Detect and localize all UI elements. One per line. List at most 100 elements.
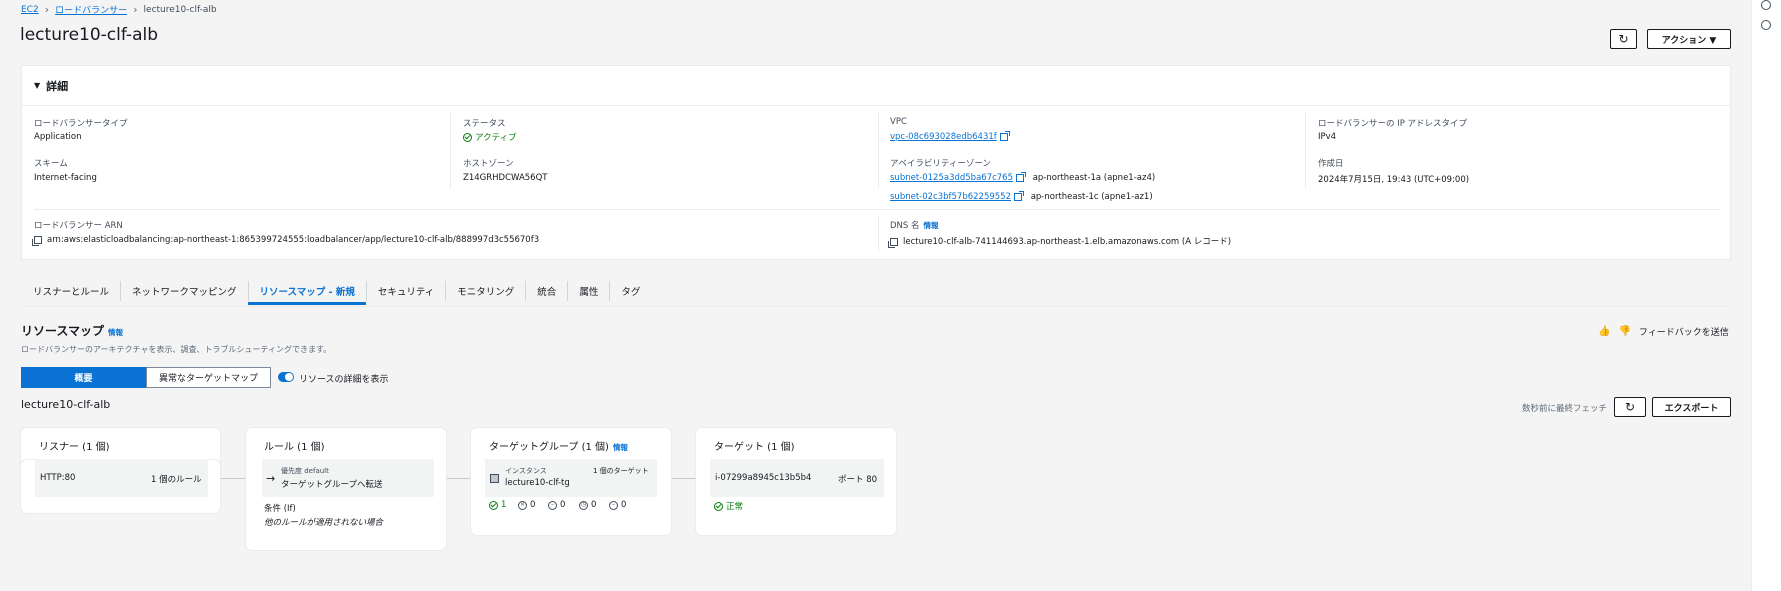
target-port: ポート 80 xyxy=(838,475,878,485)
healthy-count: 1 xyxy=(489,500,506,510)
x-circle-icon: × xyxy=(518,500,527,510)
ip-type-value: IPv4 xyxy=(1318,132,1337,142)
breadcrumb: EC2 › ロードバランサー › lecture10-clf-alb xyxy=(21,3,217,16)
unhealthy-count: × 0 xyxy=(518,500,535,510)
status-badge: アクティブ xyxy=(463,131,517,143)
vpc-label: VPC xyxy=(890,117,907,127)
dns-label: DNS 名 xyxy=(890,221,920,231)
arn-value: arn:aws:elasticloadbalancing:ap-northeas… xyxy=(47,235,540,245)
settings-panel-icon[interactable] xyxy=(1761,20,1771,30)
breadcrumb-current: lecture10-clf-alb xyxy=(143,4,217,15)
unused-count: –0 xyxy=(548,500,565,510)
tab-network-mapping[interactable]: ネットワークマッピング xyxy=(120,277,248,305)
target-group-title-row: ターゲットグループ (1 個) 情報 xyxy=(489,438,628,453)
subnet-link[interactable]: subnet-02c3bf57b62259552 xyxy=(890,192,1011,202)
details-heading: 詳細 xyxy=(46,79,69,93)
rule-action: ターゲットグループへ転送 xyxy=(281,480,383,490)
vpc-link[interactable]: vpc-08c693028edb6431f xyxy=(890,132,997,142)
target-group-type: インスタンス xyxy=(505,467,547,475)
view-segmented-control: 概要 異常なターゲットマップ xyxy=(21,367,271,388)
type-value: Application xyxy=(34,132,82,142)
zone-label: ホストゾーン xyxy=(463,159,514,169)
listener-rules: 1 個のルール xyxy=(151,475,202,485)
unhealthy-count-value: 0 xyxy=(530,500,536,510)
rule-condition-value: 他のルールが適用されない場合 xyxy=(264,518,384,528)
az-row: subnet-02c3bf57b62259552 ap-northeast-1c… xyxy=(890,190,1153,202)
healthy-count-value: 1 xyxy=(501,500,507,510)
arn-row: arn:aws:elasticloadbalancing:ap-northeas… xyxy=(32,235,540,246)
lb-name: lecture10-clf-alb xyxy=(21,398,111,411)
az-zone: ap-northeast-1c (apne1-az1) xyxy=(1030,192,1153,202)
segment-unhealthy-targets[interactable]: 異常なターゲットマップ xyxy=(146,367,271,388)
tab-resource-map[interactable]: リソースマップ - 新規 xyxy=(247,277,366,305)
copy-icon[interactable] xyxy=(888,237,898,248)
tab-monitoring[interactable]: モニタリング xyxy=(445,277,525,305)
chevron-right-icon: › xyxy=(133,3,138,16)
tab-attributes[interactable]: 属性 xyxy=(567,277,609,305)
export-button[interactable]: エクスポート xyxy=(1652,397,1731,417)
status-value: アクティブ xyxy=(475,133,517,143)
divider xyxy=(878,113,879,188)
listener-title: リスナー (1 個) xyxy=(39,442,110,453)
listener-protocol: HTTP:80 xyxy=(40,473,76,483)
zone-value: Z14GRHDCWA56QT xyxy=(463,173,548,183)
tab-listeners[interactable]: リスナーとルール xyxy=(21,277,120,305)
toggle-label: リソースの詳細を表示 xyxy=(299,375,389,385)
actions-button[interactable]: アクション ▼ xyxy=(1647,29,1731,49)
map-refresh-button[interactable]: ↻ xyxy=(1614,397,1646,417)
minus-circle-icon: – xyxy=(548,500,557,510)
tab-bar: リスナーとルール ネットワークマッピング リソースマップ - 新規 セキュリティ… xyxy=(21,277,1731,307)
refresh-button[interactable]: ↻ xyxy=(1610,29,1637,49)
ip-type-label: ロードバランサーの IP アドレスタイプ xyxy=(1318,119,1468,129)
thumbs-up-icon[interactable]: 👍 xyxy=(1598,326,1610,337)
pending-count-value: 0 xyxy=(591,500,597,510)
thumbs-down-icon[interactable]: 👎 xyxy=(1618,326,1630,337)
arrow-right-icon: → xyxy=(266,472,276,485)
divider xyxy=(34,209,1720,210)
type-label: ロードバランサータイプ xyxy=(34,119,128,129)
draining-count-value: 0 xyxy=(621,500,627,510)
target-status-value: 正常 xyxy=(726,502,744,512)
draining-count: –0 xyxy=(609,500,626,510)
target-status: 正常 xyxy=(714,500,743,512)
info-panel-icon[interactable] xyxy=(1761,0,1771,10)
details-toggle[interactable] xyxy=(278,372,294,382)
copy-icon[interactable] xyxy=(32,235,42,246)
details-panel: ▼ 詳細 ロードバランサータイプ Application スキーム Intern… xyxy=(21,65,1731,260)
external-link-icon xyxy=(1016,171,1026,182)
dns-info-link[interactable]: 情報 xyxy=(924,221,939,230)
resource-map-title-row: リソースマップ 情報 xyxy=(21,322,123,339)
divider xyxy=(1305,113,1306,188)
subnet-link[interactable]: subnet-0125a3dd5ba67c765 xyxy=(890,173,1013,183)
refresh-icon: ↻ xyxy=(1618,32,1629,46)
created-value: 2024年7月15日, 19:43 (UTC+09:00) xyxy=(1318,175,1470,185)
instance-icon xyxy=(490,474,499,483)
dns-value: lecture10-clf-alb-741144693.ap-northeast… xyxy=(903,237,1232,247)
breadcrumb-load-balancers[interactable]: ロードバランサー xyxy=(55,3,127,16)
tab-integrations[interactable]: 統合 xyxy=(525,277,567,305)
target-id: i-07299a8945c13b5b4 xyxy=(715,473,812,483)
chevron-right-icon: › xyxy=(44,3,50,16)
details-header[interactable]: ▼ 詳細 xyxy=(22,66,1730,106)
page-title: lecture10-clf-alb xyxy=(20,25,159,45)
dns-row: lecture10-clf-alb-741144693.ap-northeast… xyxy=(888,235,1232,248)
resource-map-info-link[interactable]: 情報 xyxy=(108,328,123,337)
pending-count: ◷ 0 xyxy=(579,500,596,510)
tab-security[interactable]: セキュリティ xyxy=(365,277,445,305)
tab-tags[interactable]: タグ xyxy=(609,277,651,305)
target-group-count: 1 個のターゲット xyxy=(593,467,649,475)
external-link-icon xyxy=(1014,190,1024,201)
feedback-link[interactable]: フィードバックを送信 xyxy=(1639,325,1729,338)
refresh-icon: ↻ xyxy=(1624,400,1636,414)
breadcrumb-ec2[interactable]: EC2 xyxy=(21,5,39,15)
last-fetched: 数秒前に最終フェッチ xyxy=(1522,404,1608,414)
az-label: アベイラビリティーゾーン xyxy=(890,159,991,169)
rule-priority: 優先度 default xyxy=(281,467,329,475)
target-title: ターゲット (1 個) xyxy=(714,442,795,453)
segment-overview[interactable]: 概要 xyxy=(21,367,146,388)
scheme-value: Internet-facing xyxy=(34,173,97,183)
target-group-info-link[interactable]: 情報 xyxy=(613,443,628,452)
resource-map-description: ロードバランサーのアーキテクチャを表示、調査、トラブルシューティングできます。 xyxy=(21,345,332,354)
minus-circle-icon: – xyxy=(609,500,618,510)
right-rail xyxy=(1751,0,1781,591)
